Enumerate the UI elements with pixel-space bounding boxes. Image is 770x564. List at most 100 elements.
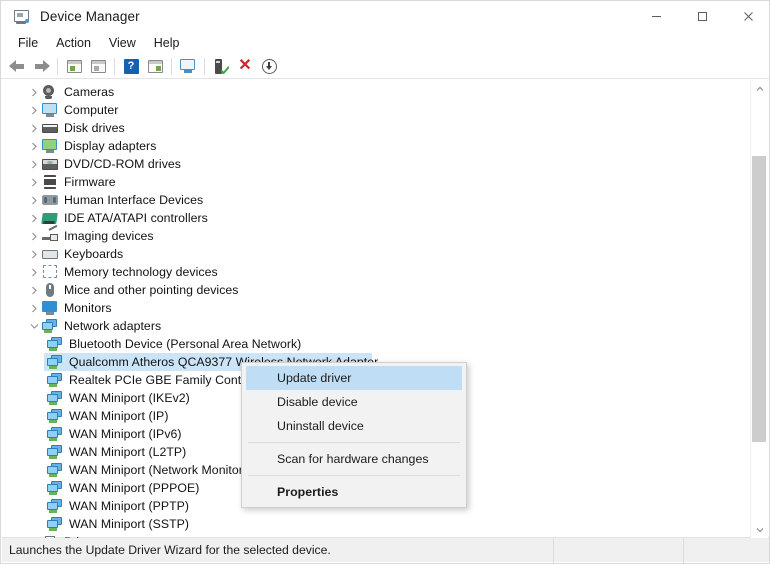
tree-category-row[interactable]: Disk drives <box>2 119 750 137</box>
network-adapter-icon <box>47 462 64 478</box>
show-hide-action-pane-button[interactable] <box>86 55 110 77</box>
toolbar-separator <box>57 57 58 75</box>
tree-node-label: Imaging devices <box>64 229 154 243</box>
tree-node-label: Disk drives <box>64 121 125 135</box>
tree-category-row[interactable]: Memory technology devices <box>2 263 750 281</box>
close-icon[interactable] <box>725 1 769 32</box>
chevron-down-icon[interactable] <box>26 317 42 335</box>
status-cell-3 <box>684 538 769 563</box>
update-driver-software-button[interactable] <box>209 55 233 77</box>
chevron-right-icon[interactable] <box>26 137 42 155</box>
scroll-down-icon[interactable] <box>751 521 768 538</box>
chevron-right-icon[interactable] <box>26 533 42 538</box>
context-menu-item-update-driver[interactable]: Update driver <box>246 366 462 390</box>
tree-node-label: WAN Miniport (PPTP) <box>69 499 190 513</box>
tree-category-row[interactable]: DVD/CD-ROM drives <box>2 155 750 173</box>
tree-node-label: Display adapters <box>64 139 157 153</box>
context-menu-item-uninstall-device[interactable]: Uninstall device <box>242 414 466 438</box>
chevron-right-icon[interactable] <box>26 155 42 173</box>
chevron-right-icon[interactable] <box>26 263 42 281</box>
forward-arrow-icon <box>33 59 50 73</box>
tree-category-row[interactable]: Keyboards <box>2 245 750 263</box>
tree-node-label: WAN Miniport (L2TP) <box>69 445 187 459</box>
chevron-right-icon[interactable] <box>26 173 42 191</box>
minimize-icon[interactable] <box>633 1 679 32</box>
tree-node-label: WAN Miniport (IPv6) <box>69 427 182 441</box>
tree-category-row[interactable]: Mice and other pointing devices <box>2 281 750 299</box>
ide-controller-icon <box>41 210 59 226</box>
menu-file[interactable]: File <box>9 34 47 52</box>
chevron-right-icon[interactable] <box>26 299 42 317</box>
network-adapter-icon <box>47 372 64 388</box>
camera-icon <box>42 84 59 100</box>
scan-for-hardware-changes-button[interactable] <box>257 55 281 77</box>
scroll-up-icon[interactable] <box>751 80 768 97</box>
device-manager-icon <box>13 8 31 26</box>
properties-button[interactable] <box>143 55 167 77</box>
tree-category-row[interactable]: Computer <box>2 101 750 119</box>
chevron-right-icon[interactable] <box>26 281 42 299</box>
tree-node-label: Print queues <box>64 533 134 538</box>
memory-technology-icon <box>42 264 59 280</box>
chevron-right-icon[interactable] <box>26 245 42 263</box>
tree-category-row[interactable]: Cameras <box>2 83 750 101</box>
tree-category-row[interactable]: Firmware <box>2 173 750 191</box>
chevron-right-icon[interactable] <box>26 191 42 209</box>
monitor-icon <box>42 300 59 316</box>
tree-node-label: WAN Miniport (IKEv2) <box>69 391 190 405</box>
help-button[interactable]: ? <box>119 55 143 77</box>
circle-down-arrow-icon <box>261 58 277 74</box>
tree-node-label: DVD/CD-ROM drives <box>64 157 181 171</box>
tree-category-row[interactable]: IDE ATA/ATAPI controllers <box>2 209 750 227</box>
firmware-icon <box>42 174 59 190</box>
tree-category-row[interactable]: Display adapters <box>2 137 750 155</box>
forward-button[interactable] <box>29 55 53 77</box>
network-adapter-icon <box>47 516 64 532</box>
tree-category-row[interactable]: Monitors <box>2 299 750 317</box>
context-menu-separator <box>248 475 460 476</box>
chevron-right-icon[interactable] <box>26 227 42 245</box>
network-adapter-icon <box>47 426 64 442</box>
tree-node-label: Realtek PCIe GBE Family Controller <box>69 373 269 387</box>
back-arrow-icon <box>8 59 26 73</box>
network-adapter-icon <box>47 336 64 352</box>
menu-bar: File Action View Help <box>1 32 769 54</box>
network-adapter-icon <box>47 354 64 370</box>
chevron-right-icon[interactable] <box>26 101 42 119</box>
tree-node-label: WAN Miniport (PPPOE) <box>69 481 200 495</box>
status-cell-2 <box>554 537 684 563</box>
chevron-right-icon[interactable] <box>26 83 42 101</box>
menu-action[interactable]: Action <box>47 34 100 52</box>
back-button[interactable] <box>5 55 29 77</box>
toolbar-separator <box>204 57 205 75</box>
context-menu-item-scan-for-hardware-changes[interactable]: Scan for hardware changes <box>242 447 466 471</box>
scrollbar-thumb[interactable] <box>752 156 766 442</box>
show-hide-console-tree-button[interactable] <box>62 55 86 77</box>
tree-category-row[interactable]: Imaging devices <box>2 224 750 245</box>
network-adapter-icon <box>42 318 59 334</box>
tree-device-row[interactable]: Bluetooth Device (Personal Area Network) <box>2 335 750 353</box>
context-menu: Update driver Disable device Uninstall d… <box>241 362 467 508</box>
uninstall-device-button[interactable]: ✕ <box>233 55 257 77</box>
context-menu-separator <box>248 442 460 443</box>
scan-monitor-button[interactable] <box>176 55 200 77</box>
maximize-icon[interactable] <box>679 1 725 32</box>
context-menu-item-disable-device[interactable]: Disable device <box>242 390 466 414</box>
chevron-right-icon[interactable] <box>26 119 42 137</box>
disk-drive-icon <box>42 120 59 136</box>
vertical-scrollbar[interactable] <box>750 80 768 538</box>
menu-help[interactable]: Help <box>145 34 189 52</box>
tree-device-row[interactable]: WAN Miniport (SSTP) <box>2 515 750 533</box>
network-adapter-icon <box>47 390 64 406</box>
chevron-right-icon[interactable] <box>26 209 42 227</box>
toolbar: ? ✕ <box>1 54 769 79</box>
tree-category-row[interactable]: Network adapters <box>2 317 750 335</box>
mouse-icon <box>42 282 59 298</box>
tree-node-label: IDE ATA/ATAPI controllers <box>64 211 208 225</box>
context-menu-item-properties[interactable]: Properties <box>242 480 466 504</box>
tree-node-label: WAN Miniport (IP) <box>69 409 169 423</box>
menu-view[interactable]: View <box>100 34 145 52</box>
display-adapter-icon <box>42 138 59 154</box>
device-manager-window: Device Manager File Action View Help ? ✕… <box>0 0 770 564</box>
tree-category-row[interactable]: Human Interface Devices <box>2 191 750 209</box>
